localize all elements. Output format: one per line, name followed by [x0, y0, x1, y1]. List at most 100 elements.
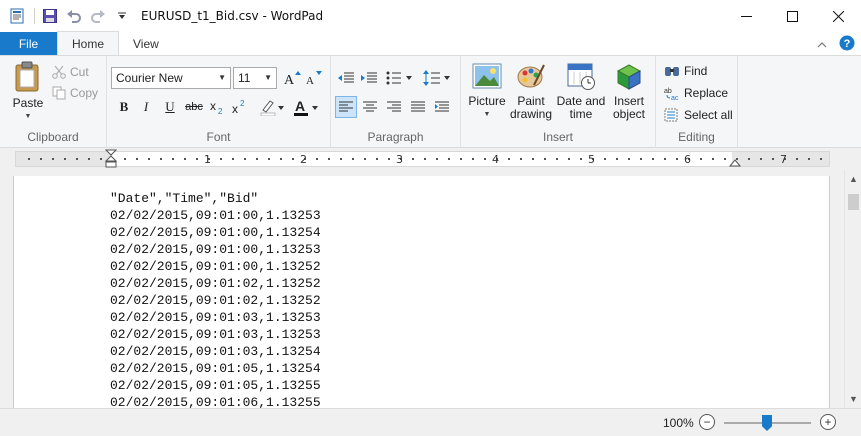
- increase-indent-button[interactable]: [358, 67, 380, 89]
- save-icon[interactable]: [39, 5, 61, 27]
- ruler[interactable]: 1 2 3 4 5 6 7: [15, 149, 830, 169]
- italic-button[interactable]: I: [135, 96, 157, 118]
- document-line: 02/02/2015,09:01:02,1.13252: [110, 293, 321, 308]
- ruler-dot: [196, 158, 198, 160]
- find-button[interactable]: Find: [664, 61, 707, 81]
- zoom-slider-thumb[interactable]: [762, 415, 772, 431]
- ruler-number: 2: [300, 153, 307, 166]
- document-page[interactable]: "Date","Time","Bid" 02/02/2015,09:01:00,1…: [13, 176, 830, 411]
- copy-button[interactable]: Copy: [52, 83, 98, 103]
- vertical-scrollbar[interactable]: ▲ ▼: [844, 170, 861, 408]
- ruler-dot: [616, 158, 618, 160]
- scroll-thumb[interactable]: [848, 194, 859, 210]
- subscript-button[interactable]: x2: [207, 96, 229, 118]
- ruler-dot: [424, 158, 426, 160]
- maximize-button[interactable]: [769, 0, 815, 32]
- ruler-dot: [604, 158, 606, 160]
- indent-marker-icon[interactable]: [105, 149, 117, 169]
- select-all-button[interactable]: Select all: [664, 105, 733, 125]
- editing-group-label: Editing: [678, 130, 715, 144]
- insert-object-icon: [616, 64, 642, 90]
- right-indent-marker-icon[interactable]: [729, 156, 741, 168]
- redo-icon[interactable]: [87, 5, 109, 27]
- ruler-dot: [532, 158, 534, 160]
- ruler-dot: [580, 158, 582, 160]
- svg-text:A: A: [306, 75, 314, 86]
- replace-icon: abac: [664, 88, 679, 100]
- zoom-in-button[interactable]: +: [820, 414, 836, 430]
- quick-access-toolbar: [0, 0, 135, 32]
- ruler-dot: [88, 158, 90, 160]
- bullet-list-button[interactable]: [383, 67, 415, 89]
- minimize-button[interactable]: [723, 0, 769, 32]
- strikethrough-icon: abc: [185, 101, 203, 113]
- ruler-dot: [388, 158, 390, 160]
- underline-icon: U: [165, 99, 175, 114]
- chevron-down-icon: ▼: [264, 73, 272, 82]
- zoom-out-button[interactable]: −: [699, 414, 715, 430]
- tab-home[interactable]: Home: [57, 31, 120, 55]
- font-family-select[interactable]: Courier New ▼: [111, 67, 231, 89]
- paragraph-settings-button[interactable]: [431, 96, 453, 118]
- status-bar: 100% − +: [0, 408, 861, 436]
- superscript-button[interactable]: x2: [229, 96, 251, 118]
- document-text[interactable]: "Date","Time","Bid" 02/02/2015,09:01:00,1…: [110, 190, 321, 411]
- grow-font-button[interactable]: A: [281, 67, 303, 89]
- collapse-ribbon-icon[interactable]: [817, 38, 827, 52]
- ribbon: Paste ▼ Cut Copy Clipboard Courier New ▼…: [0, 55, 861, 148]
- decrease-indent-button[interactable]: [335, 67, 357, 89]
- ruler-dot: [748, 158, 750, 160]
- paste-dropdown-icon[interactable]: ▼: [25, 110, 32, 123]
- highlight-button[interactable]: [257, 96, 287, 118]
- ruler-number: 7: [780, 153, 787, 166]
- scroll-down-icon[interactable]: ▼: [849, 394, 858, 404]
- paint-drawing-button[interactable]: Paint drawing: [509, 61, 553, 121]
- tab-view[interactable]: View: [119, 32, 173, 55]
- ruler-dot: [376, 158, 378, 160]
- paint-drawing-label-2: drawing: [509, 107, 553, 121]
- copy-label: Copy: [70, 86, 99, 100]
- underline-button[interactable]: U: [159, 96, 181, 118]
- ruler-dot: [628, 158, 630, 160]
- select-all-label: Select all: [684, 108, 733, 122]
- highlighter-icon: [260, 100, 284, 116]
- justify-button[interactable]: [407, 96, 429, 118]
- cut-button[interactable]: Cut: [52, 62, 89, 82]
- customize-qat-icon[interactable]: [111, 5, 133, 27]
- font-size-select[interactable]: 11 ▼: [233, 67, 277, 89]
- replace-button[interactable]: ab ac Replace: [664, 83, 728, 103]
- ruler-dot: [808, 158, 810, 160]
- close-button[interactable]: [815, 0, 861, 32]
- line-spacing-button[interactable]: [421, 67, 453, 89]
- undo-icon[interactable]: [63, 5, 85, 27]
- picture-button[interactable]: Picture ▼: [465, 61, 509, 121]
- svg-text:A: A: [295, 98, 305, 114]
- svg-text:2: 2: [218, 107, 223, 115]
- wordpad-app-icon[interactable]: [6, 5, 28, 27]
- date-time-button[interactable]: Date and time: [555, 61, 607, 121]
- tab-file[interactable]: File: [0, 32, 57, 55]
- picture-dropdown-icon[interactable]: ▼: [484, 108, 491, 121]
- ruler-dot: [772, 158, 774, 160]
- ruler-dot: [52, 158, 54, 160]
- text-color-button[interactable]: A: [291, 96, 321, 118]
- shrink-font-icon: A: [306, 71, 322, 86]
- align-center-button[interactable]: [359, 96, 381, 118]
- help-icon[interactable]: ?: [839, 35, 855, 54]
- ruler-dot: [556, 158, 558, 160]
- ruler-dot: [676, 158, 678, 160]
- insert-object-button[interactable]: Insert object: [607, 61, 651, 121]
- strikethrough-button[interactable]: abc: [183, 96, 205, 118]
- increase-indent-icon: [361, 72, 377, 83]
- scroll-up-icon[interactable]: ▲: [849, 174, 858, 184]
- align-right-button[interactable]: [383, 96, 405, 118]
- document-line: 02/02/2015,09:01:00,1.13253: [110, 242, 321, 257]
- bold-button[interactable]: B: [113, 96, 135, 118]
- zoom-level-text: 100%: [663, 416, 694, 430]
- shrink-font-button[interactable]: A: [303, 67, 325, 89]
- align-left-button[interactable]: [335, 96, 357, 118]
- ruler-dot: [760, 158, 762, 160]
- paste-button[interactable]: Paste ▼: [8, 61, 48, 123]
- paste-icon: [15, 61, 39, 92]
- clipboard-group: Paste ▼ Cut Copy Clipboard: [0, 56, 107, 148]
